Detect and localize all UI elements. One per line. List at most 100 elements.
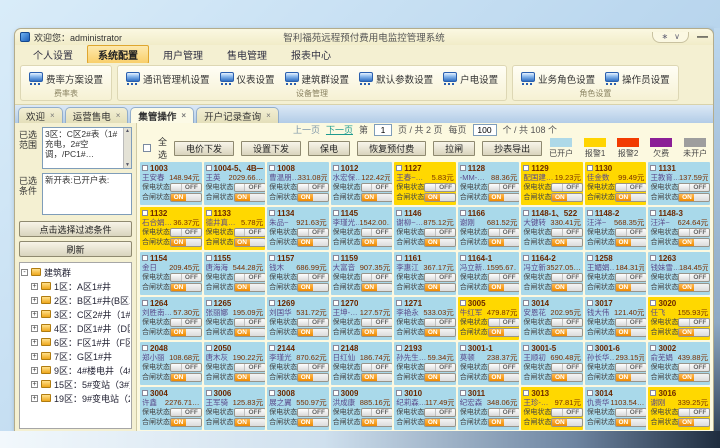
switch-status-toggle[interactable]: ON <box>615 283 647 292</box>
switch-status-toggle[interactable]: ON <box>234 283 266 292</box>
meter-card[interactable]: 1161李惠江367.17元保电状态OFF合闸状态ON <box>394 252 456 295</box>
switch-status-toggle[interactable]: ON <box>297 328 329 337</box>
menu-item-报表中心[interactable]: 报表中心 <box>281 46 341 63</box>
power-status-toggle[interactable]: OFF <box>488 318 520 327</box>
power-status-toggle[interactable]: OFF <box>424 273 456 282</box>
meter-card[interactable]: 1157钱木686.99元保电状态OFF合闸状态ON <box>267 252 329 295</box>
card-checkbox[interactable] <box>333 300 339 306</box>
power-status-toggle[interactable]: OFF <box>424 183 456 192</box>
per-page-input[interactable] <box>473 124 497 136</box>
power-status-toggle[interactable]: OFF <box>488 408 520 417</box>
card-checkbox[interactable] <box>523 345 529 351</box>
switch-status-toggle[interactable]: ON <box>678 238 710 247</box>
meter-card[interactable]: 3020任飞155.93元保电状态OFF合闸状态ON <box>648 297 710 340</box>
switch-status-toggle[interactable]: ON <box>297 283 329 292</box>
meter-card[interactable]: 1159大富音907.35元保电状态OFF合闸状态ON <box>331 252 393 295</box>
meter-card[interactable]: 1166谢刚681.52元保电状态OFF合闸状态ON <box>458 207 520 250</box>
switch-status-toggle[interactable]: ON <box>615 193 647 202</box>
card-checkbox[interactable] <box>396 345 402 351</box>
expand-icon[interactable]: + <box>31 367 38 374</box>
card-checkbox[interactable] <box>206 300 212 306</box>
card-checkbox[interactable] <box>650 390 656 396</box>
meter-card[interactable]: 2148日红仙186.74元保电状态OFF合闸状态ON <box>331 342 393 385</box>
card-checkbox[interactable] <box>587 300 593 306</box>
meter-card[interactable]: 2050唐木灰190.22元保电状态OFF合闸状态ON <box>204 342 266 385</box>
meter-card[interactable]: 2144李瑾光870.62元保电状态OFF合闸状态ON <box>267 342 329 385</box>
switch-status-toggle[interactable]: ON <box>424 238 456 247</box>
power-status-toggle[interactable]: OFF <box>234 183 266 192</box>
power-status-toggle[interactable]: OFF <box>678 183 710 192</box>
meter-card[interactable]: 3009洪成康885.16元保电状态OFF合闸状态ON <box>331 387 393 430</box>
power-status-toggle[interactable]: OFF <box>678 363 710 372</box>
switch-status-toggle[interactable]: ON <box>615 373 647 382</box>
switch-status-toggle[interactable]: ON <box>170 193 202 202</box>
ribbon-button-户电设置[interactable]: 户电设置 <box>443 72 498 86</box>
prev-page-link[interactable]: 上一页 <box>293 123 320 136</box>
meter-card[interactable]: 3014仇贵华1103.54…保电状态OFF合闸状态ON <box>585 387 647 430</box>
card-checkbox[interactable] <box>460 210 466 216</box>
switch-status-toggle[interactable]: ON <box>488 193 520 202</box>
meter-card[interactable]: 3014安恩花202.95元保电状态OFF合闸状态ON <box>521 297 583 340</box>
toolbar-button-电价下发[interactable]: 电价下发 <box>174 141 234 156</box>
card-checkbox[interactable] <box>142 300 148 306</box>
card-checkbox[interactable] <box>587 210 593 216</box>
power-status-toggle[interactable]: OFF <box>678 408 710 417</box>
tree-item[interactable]: +15区：5#变站（3#变… <box>21 377 130 391</box>
power-status-toggle[interactable]: OFF <box>361 183 393 192</box>
meter-card[interactable]: 3013王珍-…97.81元保电状态OFF合闸状态ON <box>521 387 583 430</box>
card-checkbox[interactable] <box>269 165 275 171</box>
refresh-button[interactable]: 刷新 <box>19 241 132 257</box>
menu-item-系统配置[interactable]: 系统配置 <box>87 45 149 64</box>
tree-item[interactable]: +3区：C区2#井（1#空… <box>21 307 130 321</box>
meter-card[interactable]: 1012水宏保…122.42元保电状态OFF合闸状态ON <box>331 162 393 205</box>
power-status-toggle[interactable]: OFF <box>234 363 266 372</box>
card-checkbox[interactable] <box>396 300 402 306</box>
switch-status-toggle[interactable]: ON <box>234 418 266 427</box>
power-status-toggle[interactable]: OFF <box>615 363 647 372</box>
tree-item[interactable]: +2区：B区1#井(B区1#… <box>21 293 130 307</box>
card-checkbox[interactable] <box>396 210 402 216</box>
card-checkbox[interactable] <box>587 165 593 171</box>
power-status-toggle[interactable]: OFF <box>170 408 202 417</box>
card-checkbox[interactable] <box>523 390 529 396</box>
card-checkbox[interactable] <box>460 165 466 171</box>
switch-status-toggle[interactable]: ON <box>424 418 456 427</box>
card-checkbox[interactable] <box>142 255 148 261</box>
tree-item[interactable]: +1区：A区1#井 <box>21 279 130 293</box>
meter-card[interactable]: 1130佳金数99.49元保电状态OFF合闸状态ON <box>585 162 647 205</box>
power-status-toggle[interactable]: OFF <box>488 273 520 282</box>
expand-icon[interactable]: + <box>31 297 38 304</box>
meter-card[interactable]: 1269刘国华531.72元保电状态OFF合闸状态ON <box>267 297 329 340</box>
card-checkbox[interactable] <box>269 300 275 306</box>
power-status-toggle[interactable]: OFF <box>361 318 393 327</box>
switch-status-toggle[interactable]: ON <box>488 328 520 337</box>
ribbon-button-通讯管理机设置[interactable]: 通讯管理机设置 <box>126 72 210 86</box>
card-checkbox[interactable] <box>269 345 275 351</box>
meter-card[interactable]: 3004许鑫2276.71…保电状态OFF合闸状态ON <box>140 387 202 430</box>
switch-status-toggle[interactable]: ON <box>361 418 393 427</box>
expand-icon[interactable]: + <box>31 325 38 332</box>
power-status-toggle[interactable]: OFF <box>551 408 583 417</box>
meter-card[interactable]: 1132石合娟…36.37元保电状态OFF合闸状态ON <box>140 207 202 250</box>
power-status-toggle[interactable]: OFF <box>424 318 456 327</box>
card-checkbox[interactable] <box>587 345 593 351</box>
meter-card[interactable]: 3002俞芜娟439.88元保电状态OFF合闸状态ON <box>648 342 710 385</box>
power-status-toggle[interactable]: OFF <box>551 273 583 282</box>
card-checkbox[interactable] <box>269 390 275 396</box>
choose-filter-button[interactable]: 点击选择过滤条件 <box>19 221 132 237</box>
card-checkbox[interactable] <box>142 210 148 216</box>
switch-status-toggle[interactable]: ON <box>551 283 583 292</box>
card-checkbox[interactable] <box>460 300 466 306</box>
card-checkbox[interactable] <box>396 255 402 261</box>
card-checkbox[interactable] <box>269 255 275 261</box>
selected-range-box[interactable]: 3区：C区2#表（1#充电，2#空调，/PC1#… ▲▼ <box>42 127 132 169</box>
switch-status-toggle[interactable]: ON <box>170 328 202 337</box>
switch-status-toggle[interactable]: ON <box>361 328 393 337</box>
menu-item-售电管理[interactable]: 售电管理 <box>217 46 277 63</box>
meter-card[interactable]: 1133德井真…5.78元保电状态OFF合闸状态ON <box>204 207 266 250</box>
switch-status-toggle[interactable]: ON <box>488 418 520 427</box>
card-checkbox[interactable] <box>650 255 656 261</box>
power-status-toggle[interactable]: OFF <box>297 228 329 237</box>
power-status-toggle[interactable]: OFF <box>361 408 393 417</box>
switch-status-toggle[interactable]: ON <box>170 283 202 292</box>
